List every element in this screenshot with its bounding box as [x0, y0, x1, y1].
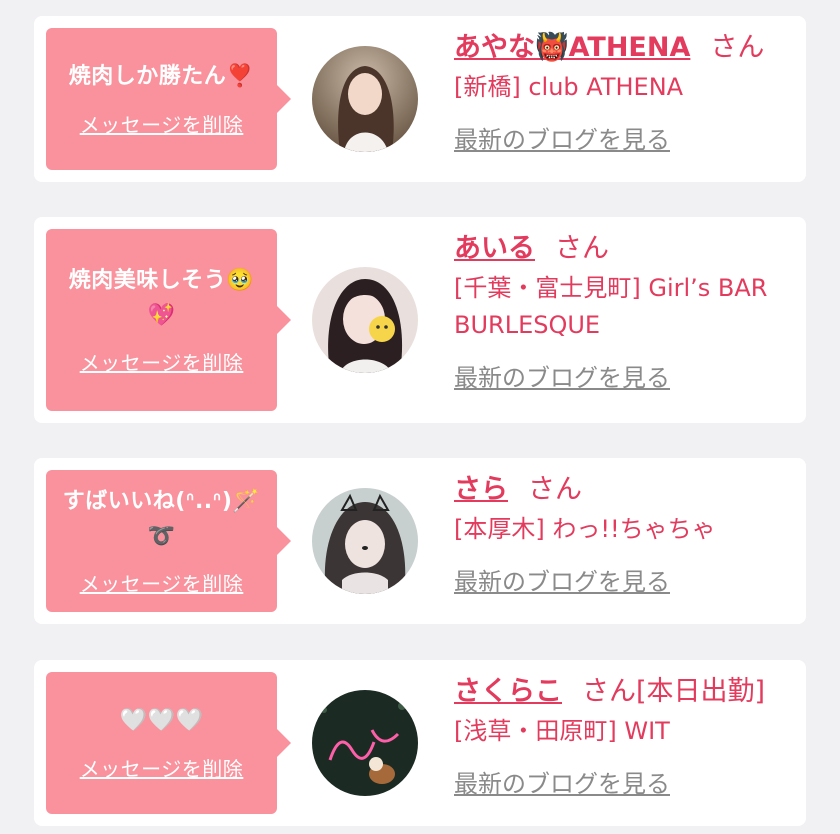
cast-name-link[interactable]: さら: [454, 474, 508, 505]
message-bubble: すばいいね(ᐢ..ᐢ)🪄➰ メッセージを削除: [46, 470, 291, 612]
avatar-photo: [312, 267, 418, 373]
delete-message-link[interactable]: メッセージを削除: [80, 753, 244, 782]
message-bubble: 焼肉しか勝たん❣️ メッセージを削除: [46, 28, 291, 170]
avatar[interactable]: [312, 267, 418, 373]
cast-name-link[interactable]: あやな👹ATHENA: [454, 32, 690, 63]
honorific: さん: [528, 474, 582, 505]
message-text: 🤍🤍🤍: [119, 708, 204, 734]
message-text: 焼肉しか勝たん❣️: [68, 64, 255, 90]
cast-name-link[interactable]: あいる: [454, 233, 535, 264]
message-card: 🤍🤍🤍 メッセージを削除 さくらこ さん[本日出勤] [浅草・田原町] WIT 最…: [34, 660, 806, 826]
status-badge: [本日出勤]: [636, 676, 766, 707]
message-card: すばいいね(ᐢ..ᐢ)🪄➰ メッセージを削除 さら さん [本厚木] わっ!!ちゃ…: [34, 458, 806, 624]
message-card: 焼肉美味しそう🥹💖 メッセージを削除 あいる さん [千葉・富士見町] Girl’…: [34, 217, 806, 423]
delete-message-link[interactable]: メッセージを削除: [80, 347, 244, 376]
shop-name: [千葉・富士見町] Girl’s BAR BURLESQUE: [454, 274, 768, 340]
delete-message-link[interactable]: メッセージを削除: [80, 109, 244, 138]
latest-blog-link[interactable]: 最新のブログを見る: [454, 358, 670, 393]
message-card: 焼肉しか勝たん❣️ メッセージを削除 あやな👹ATHENA さん [新橋] clu…: [34, 16, 806, 182]
honorific: さん: [555, 233, 609, 264]
avatar-photo: [312, 488, 418, 594]
cast-name-link[interactable]: さくらこ: [454, 676, 562, 707]
latest-blog-link[interactable]: 最新のブログを見る: [454, 120, 670, 155]
shop-name: [本厚木] わっ!!ちゃちゃ: [454, 515, 716, 544]
delete-message-link[interactable]: メッセージを削除: [80, 568, 244, 597]
honorific: さん: [710, 32, 765, 63]
cast-info: さら さん [本厚木] わっ!!ちゃちゃ 最新のブログを見る: [454, 472, 790, 597]
latest-blog-link[interactable]: 最新のブログを見る: [454, 764, 670, 799]
avatar[interactable]: [312, 46, 418, 152]
honorific: さん: [582, 676, 636, 707]
latest-blog-link[interactable]: 最新のブログを見る: [454, 562, 670, 597]
avatar-photo: [312, 46, 418, 152]
avatar[interactable]: [312, 690, 418, 796]
shop-name: [新橋] club ATHENA: [454, 73, 684, 102]
message-text: すばいいね(ᐢ..ᐢ)🪄➰: [62, 489, 261, 549]
shop-name: [浅草・田原町] WIT: [454, 717, 670, 746]
message-bubble: 🤍🤍🤍 メッセージを削除: [46, 672, 291, 814]
message-text: 焼肉美味しそう🥹💖: [68, 268, 255, 328]
avatar[interactable]: [312, 488, 418, 594]
message-list: 焼肉しか勝たん❣️ メッセージを削除 あやな👹ATHENA さん [新橋] clu…: [0, 0, 840, 834]
cast-info: さくらこ さん[本日出勤] [浅草・田原町] WIT 最新のブログを見る: [454, 674, 790, 799]
avatar-photo: [312, 690, 418, 796]
cast-info: あやな👹ATHENA さん [新橋] club ATHENA 最新のブログを見る: [454, 30, 790, 155]
cast-info: あいる さん [千葉・富士見町] Girl’s BAR BURLESQUE 最新の…: [454, 231, 790, 393]
message-bubble: 焼肉美味しそう🥹💖 メッセージを削除: [46, 229, 291, 411]
